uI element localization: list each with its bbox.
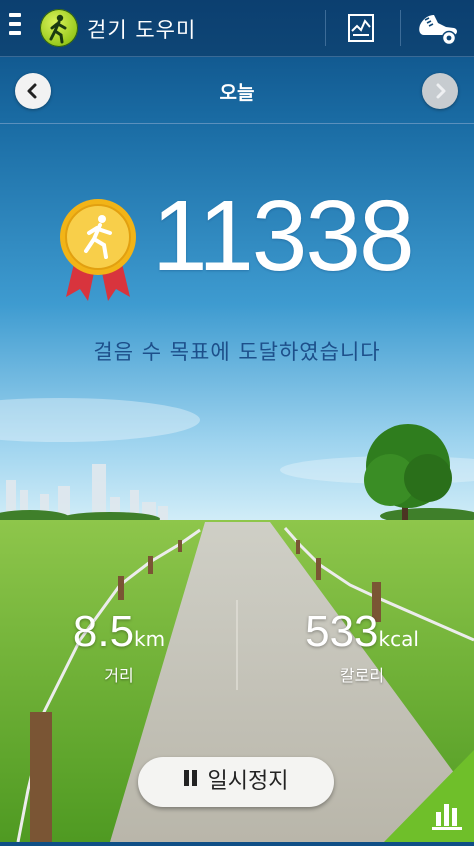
calories-unit: kcal [378,627,419,651]
walker-logo-icon [40,9,78,47]
distance-label: 거리 [104,666,134,685]
header-divider [400,10,401,46]
goal-medal-icon [56,197,140,305]
distance-stat: 8.5km 거리 [54,610,184,686]
pause-button[interactable]: 일시정지 [138,757,334,807]
calories-label: 칼로리 [339,666,385,685]
calories-value: 533 [305,607,379,656]
distance-value: 8.5 [72,607,135,656]
date-label: 오늘 [219,82,255,104]
next-day-button[interactable] [422,73,458,109]
header-divider [325,10,326,46]
calories-stat: 533kcal 칼로리 [282,610,442,686]
date-navigation: 오늘 [0,57,474,124]
report-icon[interactable] [348,14,374,42]
goal-reached-message: 걸음 수 목표에 도달하였습니다 [93,340,381,364]
pause-label: 일시정지 [207,769,289,794]
distance-unit: km [134,627,166,651]
app-bar: 걷기 도우미 [0,0,474,57]
shoe-settings-icon[interactable] [416,11,460,46]
step-count: 11338 [152,180,415,292]
pause-icon [183,755,200,805]
bar-chart-icon[interactable] [384,750,474,842]
menu-icon[interactable] [8,13,22,43]
app-title: 걷기 도우미 [87,18,197,42]
chevron-right-icon [436,83,446,99]
